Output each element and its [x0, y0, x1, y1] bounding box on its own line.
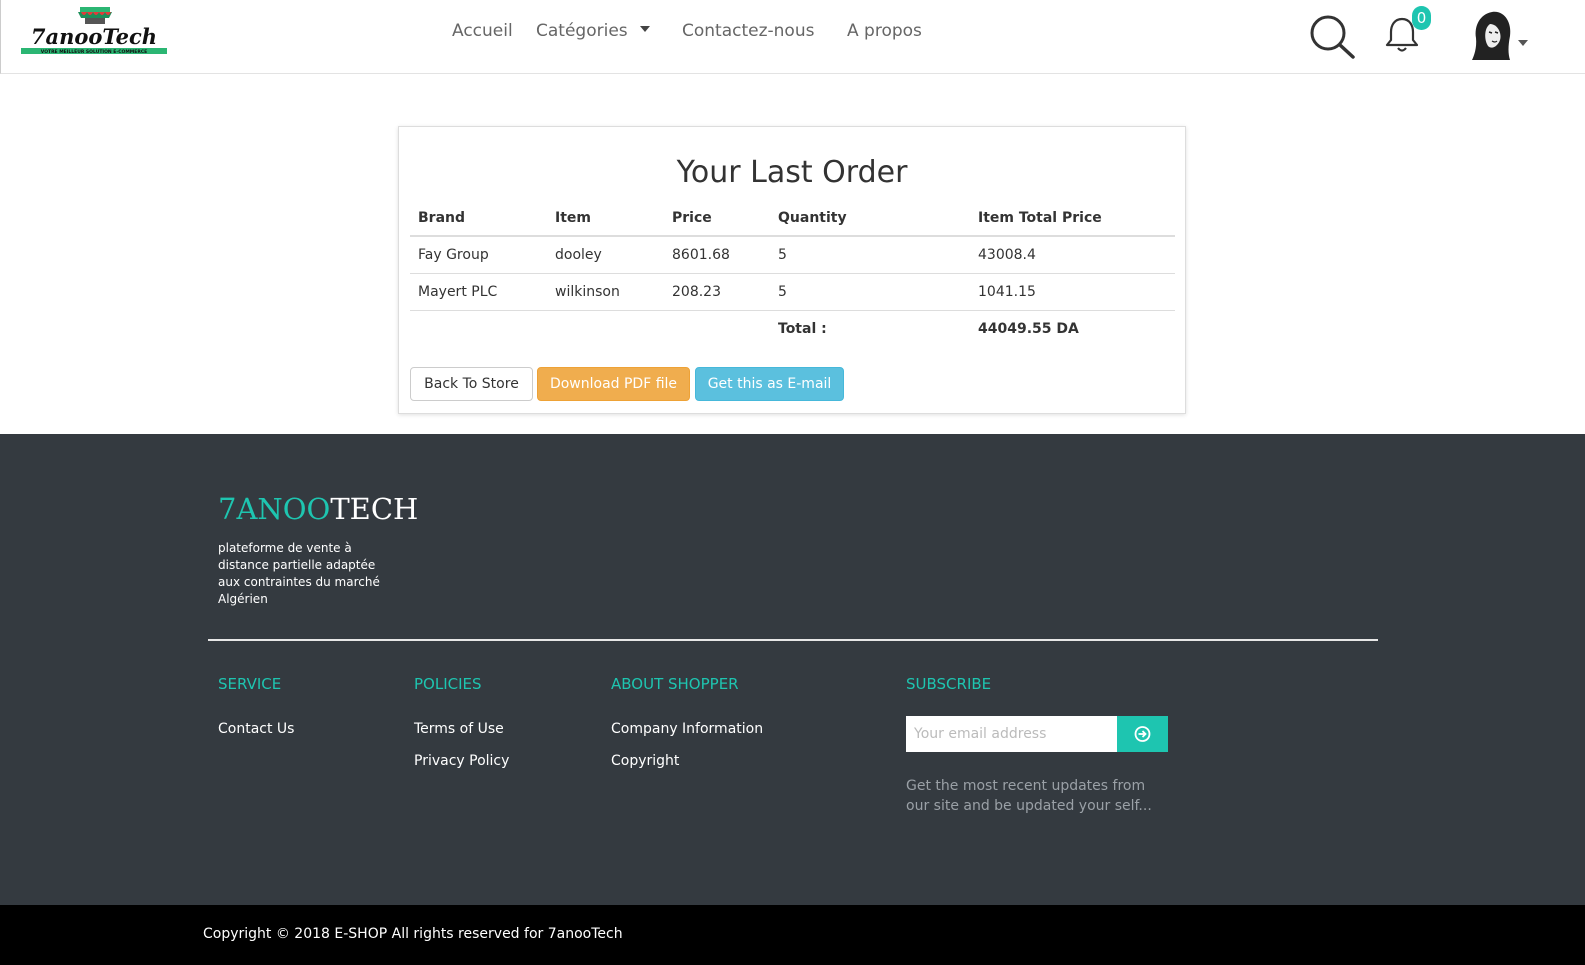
nav-categories-label: Catégories: [536, 21, 628, 41]
footer-brand-part2: TECH: [330, 492, 419, 526]
nav-categories[interactable]: Catégories: [536, 21, 650, 41]
footer-brand: 7ANOOTECH: [218, 492, 418, 526]
email-order-button[interactable]: Get this as E-mail: [695, 367, 844, 401]
footer: 7ANOOTECH plateforme de vente à distance…: [0, 434, 1585, 905]
company-info-link[interactable]: Company Information: [611, 721, 763, 737]
cell-price: 208.23: [664, 272, 770, 310]
order-table: Brand Item Price Quantity Item Total Pri…: [410, 200, 1175, 347]
nav-accueil[interactable]: Accueil: [452, 21, 513, 41]
total-row: Total : 44049.55 DA: [410, 309, 1175, 347]
cell-item: dooley: [555, 246, 602, 263]
about-title: ABOUT SHOPPER: [611, 675, 739, 693]
col-price: Price: [664, 200, 770, 237]
subscribe-description: Get the most recent updates from our sit…: [906, 778, 1152, 814]
table-header-row: Brand Item Price Quantity Item Total Pri…: [410, 200, 1175, 237]
footer-divider: [208, 639, 1378, 641]
policies-title: POLICIES: [414, 675, 482, 693]
contact-us-link[interactable]: Contact Us: [218, 721, 294, 737]
navbar: 7anooTech VOTRE MEILLEUR SOLUTION E-COMM…: [0, 0, 1585, 74]
privacy-link[interactable]: Privacy Policy: [414, 753, 509, 769]
back-to-store-button[interactable]: Back To Store: [410, 367, 533, 401]
avatar[interactable]: [1470, 10, 1534, 66]
cell-quantity: 5: [770, 272, 970, 310]
download-pdf-button[interactable]: Download PDF file: [537, 367, 690, 401]
subscribe-email-input[interactable]: [906, 716, 1118, 752]
chevron-down-icon: [639, 26, 650, 32]
cell-brand: Fay Group: [418, 246, 489, 263]
site-logo[interactable]: 7anooTech VOTRE MEILLEUR SOLUTION E-COMM…: [17, 7, 171, 57]
avatar-caret: [1518, 40, 1528, 46]
subscribe-button[interactable]: [1117, 716, 1168, 752]
cell-item: wilkinson: [547, 272, 664, 310]
order-card: Your Last Order Brand Item Price Quantit…: [398, 126, 1186, 414]
footer-tagline: plateforme de vente à distance partielle…: [218, 541, 380, 606]
cell-brand: Mayert PLC: [410, 272, 547, 310]
subscribe-title: SUBSCRIBE: [906, 675, 992, 693]
logo-tagline: VOTRE MEILLEUR SOLUTION E-COMMERCE: [41, 49, 147, 55]
nav-about[interactable]: A propos: [847, 21, 922, 41]
order-title: Your Last Order: [676, 155, 908, 190]
service-title: SERVICE: [218, 675, 282, 693]
cell-item-total: 1041.15: [970, 272, 1175, 310]
footer-brand-part1: 7ANOO: [218, 492, 331, 526]
table-row: Fay Group dooley 8601.68 5 43008.4: [410, 236, 1175, 273]
total-label: Total :: [770, 309, 970, 347]
cell-quantity: 5: [778, 246, 787, 263]
nav-contact[interactable]: Contactez-nous: [682, 21, 814, 41]
copyright-link[interactable]: Copyright: [611, 753, 679, 769]
copyright-bar: Copyright © 2018 E-SHOP All rights reser…: [0, 905, 1585, 965]
arrow-circle-right-icon: [1134, 726, 1151, 742]
cell-item-total: 43008.4: [978, 246, 1036, 263]
terms-link[interactable]: Terms of Use: [414, 721, 504, 737]
logo-text: 7anooTech: [31, 24, 157, 49]
total-value: 44049.55 DA: [970, 309, 1175, 347]
notification-badge: 0: [1412, 6, 1431, 30]
copyright-text: Copyright © 2018 E-SHOP All rights reser…: [203, 926, 623, 942]
col-item: Item: [547, 200, 664, 237]
table-row: Mayert PLC wilkinson 208.23 5 1041.15: [410, 272, 1175, 310]
col-brand: Brand: [410, 200, 547, 237]
search-icon[interactable]: [1309, 14, 1357, 64]
col-quantity: Quantity: [770, 200, 970, 237]
col-item-total: Item Total Price: [970, 200, 1175, 237]
cell-price: 8601.68: [672, 246, 730, 263]
